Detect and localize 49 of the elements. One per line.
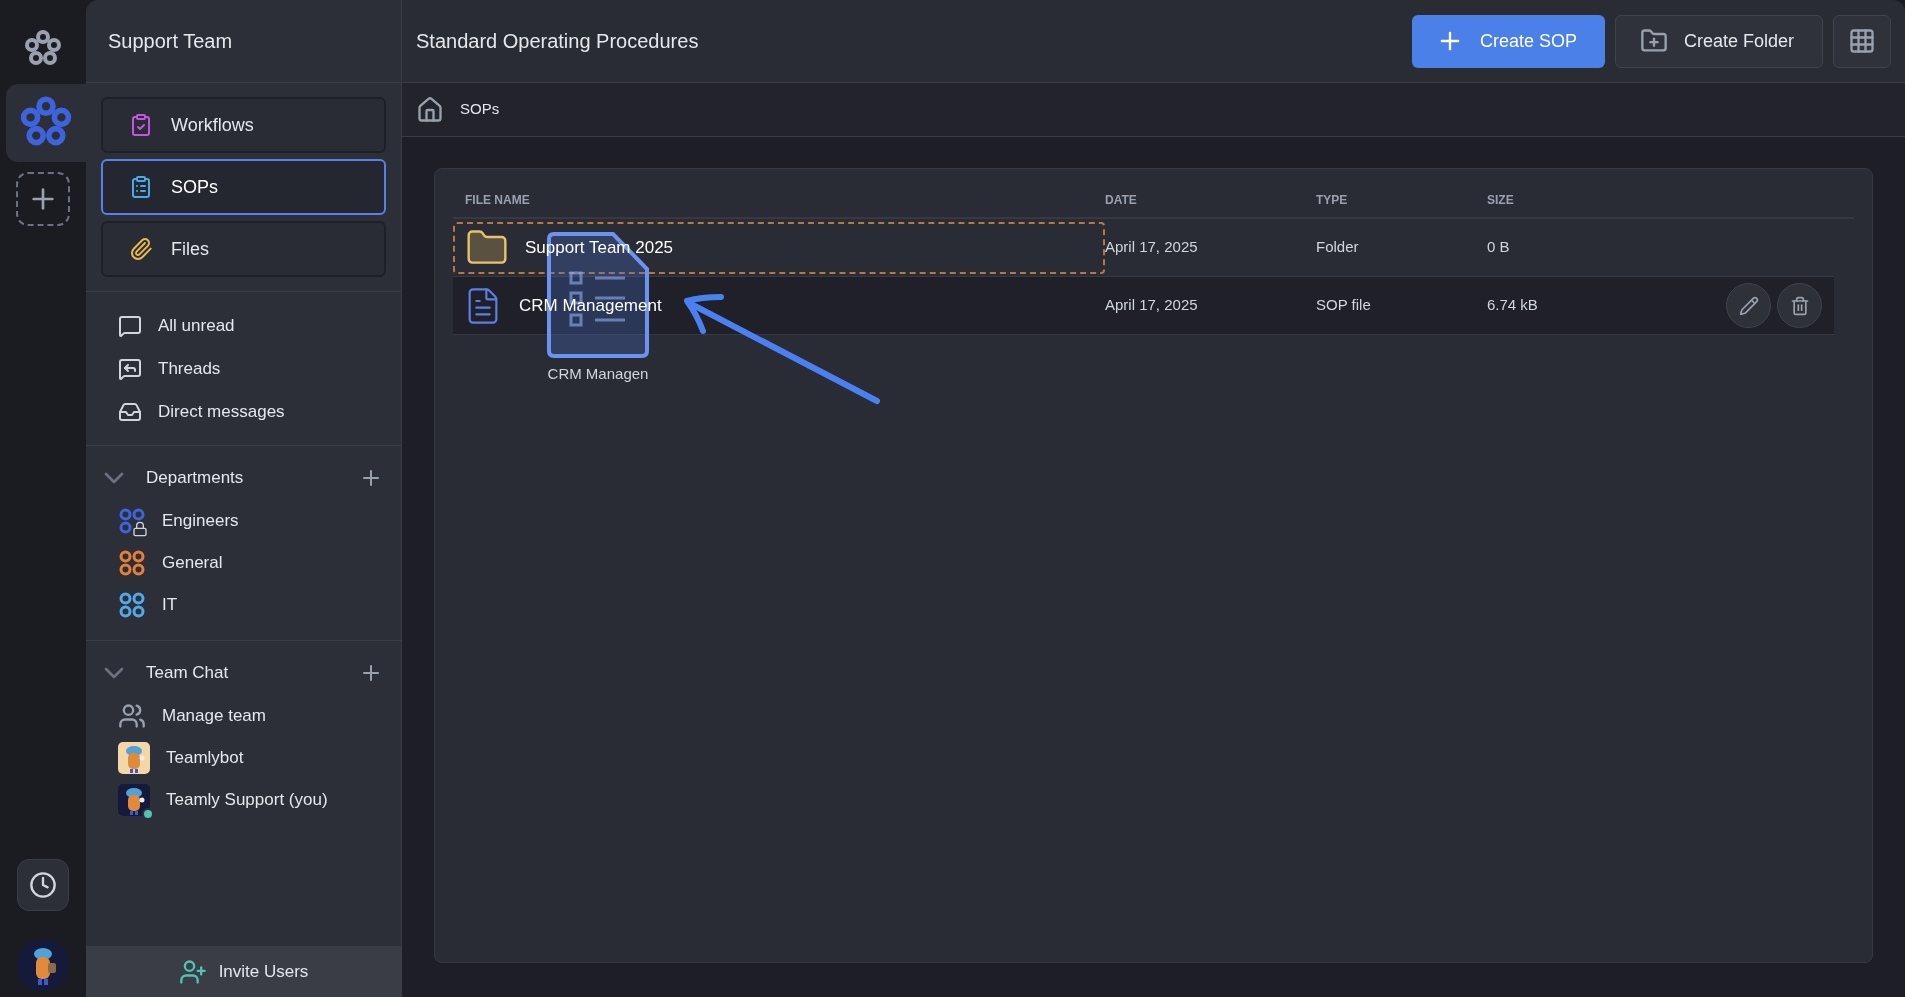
nav-button[interactable]: SOPs — [101, 159, 386, 215]
sidebar-item[interactable]: Teamly Support (you) — [166, 787, 328, 813]
trash-icon — [1789, 295, 1810, 316]
folder-plus-icon — [1640, 27, 1668, 55]
add-user-icon — [178, 957, 207, 986]
page-title: Standard Operating Procedures — [416, 29, 700, 54]
table-cell-text: 0 B — [1487, 237, 1511, 258]
edit-button[interactable] — [1726, 283, 1771, 328]
history-button[interactable] — [17, 859, 69, 911]
clipboard-check-icon — [129, 113, 153, 137]
section-title[interactable]: Team Chat — [146, 660, 359, 686]
breadcrumb-item[interactable]: SOPs — [460, 98, 500, 121]
table-cell-text: April 17, 2025 — [1105, 237, 1199, 258]
column-header: TYPE — [1316, 192, 1349, 209]
column-header: FILE NAME — [465, 192, 531, 209]
clock-icon — [29, 871, 57, 899]
workspace-title: Support Team — [108, 29, 233, 54]
table-cell-text: 6.74 kB — [1487, 295, 1539, 316]
delete-button[interactable] — [1777, 283, 1822, 328]
sidebar-link[interactable]: All unread — [158, 312, 235, 339]
drag-label: CRM Managen — [547, 364, 649, 384]
chat-bubble-icon — [118, 313, 142, 338]
clipboard-list-icon — [129, 175, 153, 199]
sidebar-item[interactable]: Manage team — [162, 703, 266, 729]
reply-bubble-icon — [118, 356, 142, 381]
column-header: SIZE — [1487, 192, 1515, 209]
section-title[interactable]: Departments — [146, 465, 359, 491]
nav-button[interactable]: Files — [101, 221, 386, 277]
sidebar-item[interactable]: Engineers — [162, 508, 239, 534]
sidebar-item[interactable]: IT — [162, 592, 178, 618]
grid-icon — [1848, 27, 1876, 55]
paperclip-icon — [129, 237, 153, 261]
add-workspace-button[interactable] — [16, 172, 70, 226]
group-icon — [118, 702, 146, 730]
grid-view-button[interactable] — [1833, 14, 1891, 68]
column-header: DATE — [1105, 192, 1138, 209]
invite-users-button[interactable]: Invite Users — [86, 946, 401, 997]
home-icon[interactable] — [416, 95, 444, 124]
sidebar-item[interactable]: Teamlybot — [166, 745, 244, 771]
table-cell-text: Folder — [1316, 237, 1360, 258]
table-cell-text: SOP file — [1316, 295, 1372, 316]
pencil-icon — [1738, 295, 1759, 316]
table-cell-text: April 17, 2025 — [1105, 295, 1199, 316]
nav-button[interactable]: Workflows — [101, 97, 386, 153]
create-folder-button[interactable]: Create Folder — [1615, 14, 1823, 68]
create-sop-button[interactable]: Create SOP — [1412, 14, 1605, 68]
sidebar-link[interactable]: Threads — [158, 355, 221, 382]
sidebar-link[interactable]: Direct messages — [158, 398, 285, 425]
sidebar-item[interactable]: General — [162, 550, 223, 576]
